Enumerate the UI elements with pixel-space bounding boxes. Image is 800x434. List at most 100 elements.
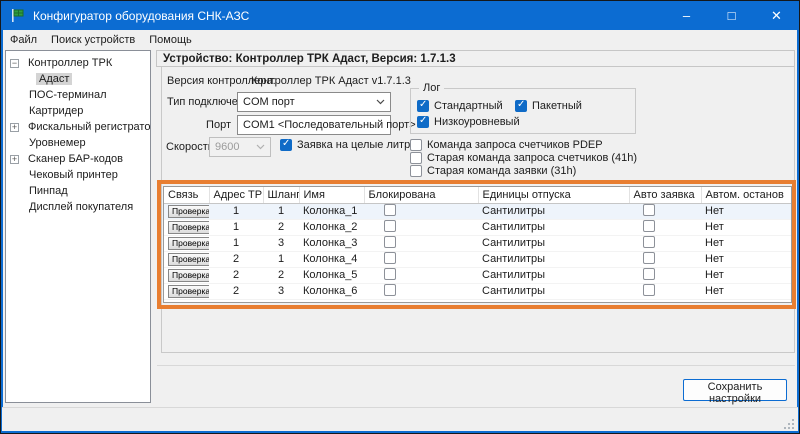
auto-request-checkbox[interactable] [643,204,655,216]
blocked-checkbox[interactable] [384,268,396,280]
column-header-2[interactable]: Шланг [263,187,299,203]
auto-stop-cell[interactable]: Нет [701,283,791,299]
pumps-table: СвязьАдрес ТРКШлангИмяБлокированаЕдиницы… [163,186,792,303]
expand-icon[interactable]: + [10,123,19,132]
log-checkbox-label: Низкоуровневый [434,116,520,128]
auto-stop-cell[interactable]: Нет [701,235,791,251]
close-button[interactable]: ✕ [754,1,799,30]
auto-stop-cell[interactable]: Нет [701,203,791,219]
menu-item-2[interactable]: Помощь [142,32,199,48]
check-connection-button[interactable]: Проверка [168,237,209,250]
auto-request-checkbox[interactable] [643,268,655,280]
units-cell[interactable]: Сантилитры [478,251,629,267]
option-checkbox-2[interactable]: Старая команда заявки (31h) [410,165,576,177]
column-header-0[interactable]: Связь [164,187,209,203]
auto-request-checkbox[interactable] [643,236,655,248]
blocked-cell [364,219,478,235]
hose-cell[interactable]: 2 [263,267,299,283]
blocked-checkbox[interactable] [384,236,396,248]
address-cell[interactable]: 2 [209,251,263,267]
auto-stop-cell[interactable]: Нет [701,267,791,283]
minimize-button[interactable]: – [664,1,709,30]
port-value: COM1 <Последовательный порт> [243,119,416,131]
status-bar [2,407,798,431]
sidebar-item-label: Фискальный регистратор [25,121,151,133]
check-connection-button[interactable]: Проверка [168,221,209,234]
address-cell[interactable]: 1 [209,203,263,219]
blocked-checkbox[interactable] [384,252,396,264]
column-header-3[interactable]: Имя [299,187,364,203]
port-select[interactable]: COM1 <Последовательный порт> [237,115,391,135]
units-cell[interactable]: Сантилитры [478,235,629,251]
sidebar-item-4[interactable]: + Фискальный регистратор [6,119,150,135]
units-cell[interactable]: Сантилитры [478,283,629,299]
name-cell[interactable]: Колонка_1 [299,203,364,219]
option-checkbox-1[interactable]: Старая команда запроса счетчиков (41h) [410,152,637,164]
hose-cell[interactable]: 1 [263,203,299,219]
blocked-checkbox[interactable] [384,204,396,216]
auto-stop-cell[interactable]: Нет [701,219,791,235]
units-cell[interactable]: Сантилитры [478,219,629,235]
name-cell[interactable]: Колонка_2 [299,219,364,235]
column-header-4[interactable]: Блокирована [364,187,478,203]
checkbox-checked-icon [417,116,429,128]
log-checkbox-0[interactable]: Стандартный [417,100,503,112]
name-cell[interactable]: Колонка_5 [299,267,364,283]
sidebar-item-8[interactable]: Пинпад [6,183,150,199]
units-cell[interactable]: Сантилитры [478,267,629,283]
column-header-7[interactable]: Автом. останов [701,187,791,203]
whole-liters-checkbox[interactable]: Заявка на целые литры [280,139,418,151]
maximize-button[interactable]: □ [709,1,754,30]
sidebar-item-6[interactable]: +Сканер БАР-кодов [6,151,150,167]
blocked-checkbox[interactable] [384,284,396,296]
expand-icon[interactable]: + [10,155,19,164]
save-settings-button[interactable]: Сохранить настройки [683,379,787,401]
column-header-5[interactable]: Единицы отпуска [478,187,629,203]
sidebar-item-label: ПОС-терминал [26,89,110,101]
hose-cell[interactable]: 3 [263,235,299,251]
address-cell[interactable]: 2 [209,283,263,299]
resize-grip-icon[interactable] [783,418,794,429]
address-cell[interactable]: 1 [209,235,263,251]
sidebar-item-2[interactable]: ПОС-терминал [6,87,150,103]
connection-type-select[interactable]: COM порт [237,92,391,112]
blocked-checkbox[interactable] [384,220,396,232]
log-checkbox-1[interactable]: Пакетный [515,100,582,112]
column-header-1[interactable]: Адрес ТРК [209,187,263,203]
auto-stop-cell[interactable]: Нет [701,251,791,267]
option-checkbox-label: Команда запроса счетчиков PDEP [427,139,603,151]
address-cell[interactable]: 1 [209,219,263,235]
hose-cell[interactable]: 3 [263,283,299,299]
sidebar-item-7[interactable]: Чековый принтер [6,167,150,183]
sidebar-item-1[interactable]: Адаст [6,71,150,87]
units-cell[interactable]: Сантилитры [478,203,629,219]
address-cell[interactable]: 2 [209,267,263,283]
hose-cell[interactable]: 2 [263,219,299,235]
check-connection-button[interactable]: Проверка [168,205,209,218]
check-connection-button[interactable]: Проверка [168,253,209,266]
menu-item-1[interactable]: Поиск устройств [44,32,142,48]
sidebar-item-label: Чековый принтер [26,169,121,181]
sidebar-item-9[interactable]: Дисплей покупателя [6,199,150,215]
name-cell[interactable]: Колонка_3 [299,235,364,251]
column-header-6[interactable]: Авто заявка [629,187,701,203]
auto-request-checkbox[interactable] [643,252,655,264]
auto-request-checkbox[interactable] [643,284,655,296]
option-checkbox-0[interactable]: Команда запроса счетчиков PDEP [410,139,603,151]
auto-request-checkbox[interactable] [643,220,655,232]
name-cell[interactable]: Колонка_4 [299,251,364,267]
collapse-icon[interactable]: − [10,59,19,68]
sidebar-item-3[interactable]: Картридер [6,103,150,119]
hose-cell[interactable]: 1 [263,251,299,267]
check-connection-button[interactable]: Проверка [168,269,209,282]
app-flag-icon [10,8,25,23]
log-checkbox-2[interactable]: Низкоуровневый [417,116,520,128]
sidebar-item-label: Контроллер ТРК [25,57,115,69]
menu-item-0[interactable]: Файл [3,32,44,48]
check-connection-button[interactable]: Проверка [168,285,209,298]
sidebar-item-0[interactable]: −Контроллер ТРК [6,55,150,71]
name-cell[interactable]: Колонка_6 [299,283,364,299]
auto-request-cell [629,219,701,235]
checkbox-icon [410,139,422,151]
sidebar-item-5[interactable]: Уровнемер [6,135,150,151]
